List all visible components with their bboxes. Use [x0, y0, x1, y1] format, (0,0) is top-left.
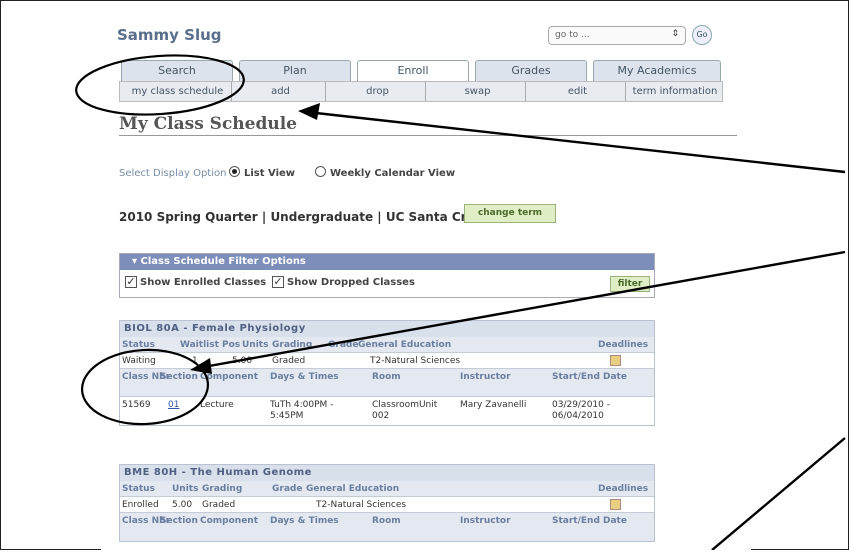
show-enrolled-label: Show Enrolled Classes	[140, 277, 267, 288]
grading-value: Graded	[272, 356, 306, 366]
col-grading: Grading	[202, 484, 243, 494]
subtab-edit[interactable]: edit	[530, 82, 626, 101]
col-status: Status	[122, 484, 155, 494]
col-units: Units	[242, 340, 269, 350]
col-grade: Grade	[272, 484, 303, 494]
deadlines-calendar-icon[interactable]	[610, 353, 621, 370]
tab-my-academics[interactable]: My Academics	[593, 60, 721, 81]
col-component: Component	[200, 516, 259, 526]
col-instructor: Instructor	[460, 516, 511, 526]
course-status-row: Waiting 1 5.00 Graded T2-Natural Science…	[120, 353, 654, 369]
section-header-row: Class Nbr Section Component Days & Times…	[120, 513, 654, 541]
component-value: Lecture	[200, 400, 234, 410]
show-dropped-label: Show Dropped Classes	[287, 277, 415, 288]
col-days-times: Days & Times	[270, 372, 339, 382]
go-button[interactable]: Go	[692, 25, 712, 45]
col-start-end-date: Start/End Date	[552, 516, 627, 526]
section-link[interactable]: 01	[168, 400, 179, 411]
units-value: 5.00	[232, 356, 253, 366]
user-name: Sammy Slug	[117, 26, 222, 44]
section-row: 51569 01 Lecture TuTh 4:00PM - 5:45PM Cl…	[120, 397, 654, 425]
section-header-row: Class Nbr Section Component Days & Times…	[120, 369, 654, 397]
col-section: Section	[160, 372, 198, 382]
course-header-row: Status Units Grading Grade General Educa…	[120, 481, 654, 497]
days-times-value: TuTh 4:00PM - 5:45PM	[270, 400, 334, 421]
goto-select[interactable]: go to ... ⇕	[548, 26, 686, 45]
status-value: Waiting	[122, 356, 156, 366]
list-view-label: List View	[244, 168, 296, 179]
room-value: ClassroomUnit 002	[372, 400, 438, 421]
ge-value: T2-Natural Sciences	[316, 500, 407, 510]
col-waitlist-pos: Waitlist Pos	[180, 340, 241, 350]
tab-grades[interactable]: Grades	[475, 60, 587, 81]
col-general-education: General Education	[358, 340, 452, 350]
show-enrolled-checkbox[interactable]: ✓	[125, 276, 137, 288]
col-room: Room	[372, 516, 401, 526]
ge-value: T2-Natural Sciences	[370, 356, 461, 366]
col-start-end-date: Start/End Date	[552, 372, 627, 382]
grading-value: Graded	[202, 500, 236, 510]
col-general-education: General Education	[306, 484, 400, 494]
weekly-calendar-label: Weekly Calendar View	[330, 168, 456, 179]
student-center-page: Sammy Slug go to ... ⇕ Go Search Plan Enr…	[101, 16, 751, 556]
dates-value: 03/29/2010 - 06/04/2010	[552, 400, 610, 421]
page-title: My Class Schedule	[119, 114, 298, 134]
waitlist-value: 1	[192, 356, 198, 366]
course-bme-80h: BME 80H - The Human Genome Status Units …	[119, 464, 655, 542]
change-term-button[interactable]: change term	[464, 204, 556, 223]
main-tabs: Search Plan Enroll Grades My Academics	[121, 60, 721, 82]
term-info: 2010 Spring Quarter | Undergraduate | UC…	[119, 210, 483, 224]
collapse-icon: ▾	[132, 256, 141, 267]
filter-header[interactable]: ▾ Class Schedule Filter Options	[120, 254, 654, 270]
tab-enroll[interactable]: Enroll	[357, 60, 469, 82]
subtab-add[interactable]: add	[236, 82, 326, 101]
col-section: Section	[160, 516, 198, 526]
tab-search[interactable]: Search	[121, 60, 233, 81]
class-nbr-value: 51569	[122, 400, 151, 410]
course-title: BIOL 80A - Female Physiology	[120, 321, 654, 337]
status-value: Enrolled	[122, 500, 159, 510]
units-value: 5.00	[172, 500, 193, 510]
enroll-subtabs: my class schedule add drop swap edit ter…	[119, 81, 723, 102]
filter-options-box: ▾ Class Schedule Filter Options ✓ Show E…	[119, 253, 655, 298]
col-class-nbr: Class Nbr	[122, 372, 171, 382]
course-title: BME 80H - The Human Genome	[120, 465, 654, 481]
filter-button[interactable]: filter	[610, 276, 650, 292]
col-deadlines: Deadlines	[598, 484, 649, 494]
deadlines-calendar-icon[interactable]	[610, 497, 621, 514]
subtab-my-class-schedule[interactable]: my class schedule	[124, 82, 232, 101]
instructor-value: Mary Zavanelli	[460, 400, 527, 410]
course-biol-80a: BIOL 80A - Female Physiology Status Wait…	[119, 320, 655, 426]
weekly-calendar-radio[interactable]	[315, 166, 326, 177]
col-room: Room	[372, 372, 401, 382]
col-class-nbr: Class Nbr	[122, 516, 171, 526]
filter-title: Class Schedule Filter Options	[140, 256, 306, 267]
display-option-label: Select Display Option	[119, 168, 227, 179]
course-status-row: Enrolled 5.00 Graded T2-Natural Sciences	[120, 497, 654, 513]
col-status: Status	[122, 340, 155, 350]
subtab-swap[interactable]: swap	[430, 82, 526, 101]
col-days-times: Days & Times	[270, 516, 339, 526]
list-view-radio[interactable]	[229, 166, 240, 177]
col-deadlines: Deadlines	[598, 340, 649, 350]
show-dropped-checkbox[interactable]: ✓	[272, 276, 284, 288]
col-grading: Grading	[272, 340, 313, 350]
col-grade: Grade	[328, 340, 359, 350]
subtab-drop[interactable]: drop	[330, 82, 426, 101]
select-arrows-icon: ⇕	[671, 29, 679, 39]
title-divider	[119, 135, 737, 136]
col-units: Units	[172, 484, 199, 494]
course-header-row: Status Waitlist Pos Units Grading Grade …	[120, 337, 654, 353]
col-component: Component	[200, 372, 259, 382]
tab-plan[interactable]: Plan	[239, 60, 351, 81]
subtab-term-information[interactable]: term information	[630, 82, 720, 101]
col-instructor: Instructor	[460, 372, 511, 382]
goto-placeholder: go to ...	[555, 30, 590, 40]
